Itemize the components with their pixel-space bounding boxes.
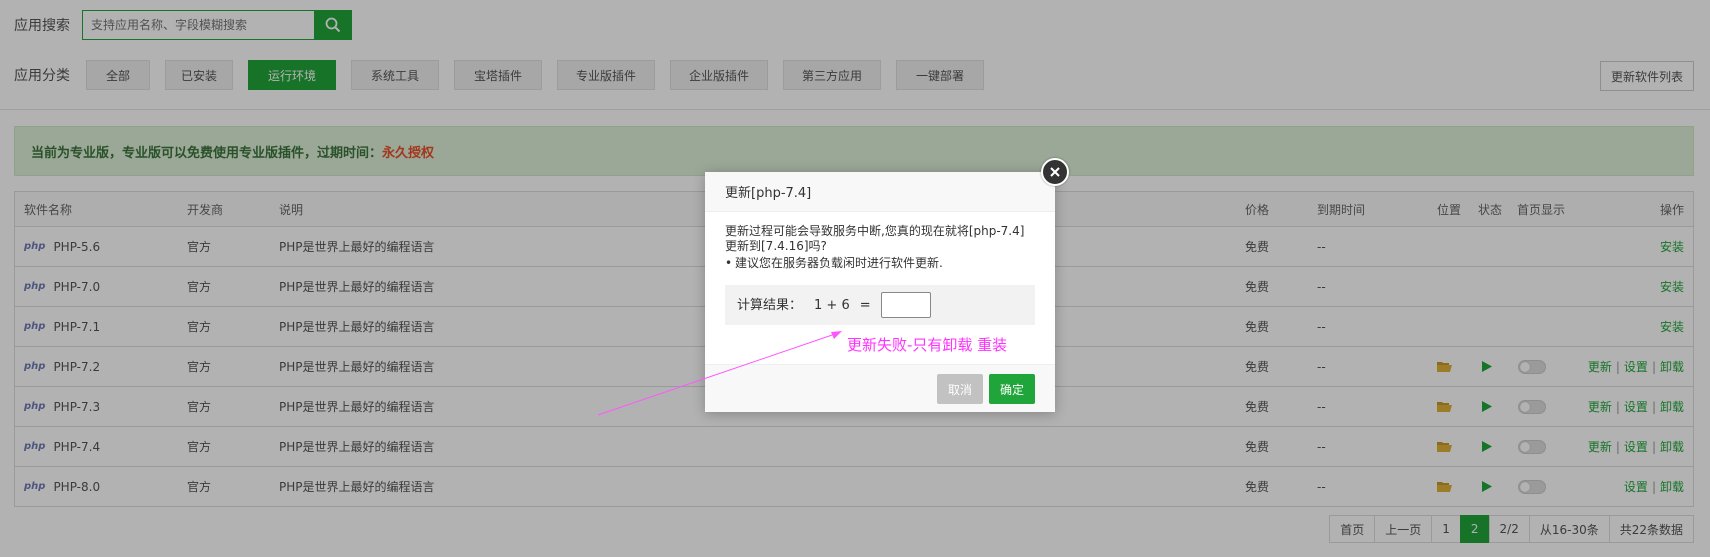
captcha-input[interactable] — [880, 292, 931, 318]
captcha-box: 计算结果： 1 + 6 = — [725, 285, 1035, 325]
dialog-message: 更新过程可能会导致服务中断,您真的现在就将[php-7.4]更新到[7.4.16… — [725, 224, 1025, 253]
close-icon — [1050, 167, 1060, 177]
dialog-body: 更新过程可能会导致服务中断,您真的现在就将[php-7.4]更新到[7.4.16… — [705, 212, 1055, 325]
update-dialog: 更新[php-7.4] 更新过程可能会导致服务中断,您真的现在就将[php-7.… — [705, 158, 1069, 412]
captcha-equals: = — [859, 297, 871, 313]
cancel-button[interactable]: 取消 — [937, 374, 983, 404]
close-button[interactable] — [1041, 158, 1069, 186]
annotation-text: 更新失败-只有卸载 重装 — [847, 336, 1008, 354]
confirm-button[interactable]: 确定 — [989, 374, 1035, 404]
captcha-expression: 1 + 6 — [814, 297, 850, 313]
dialog-title: 更新[php-7.4] — [705, 172, 1055, 212]
dialog-tip: 建议您在服务器负载闲时进行软件更新. — [725, 256, 1035, 271]
captcha-label: 计算结果： — [737, 297, 803, 313]
dialog-footer: 取消 确定 — [705, 364, 1055, 412]
